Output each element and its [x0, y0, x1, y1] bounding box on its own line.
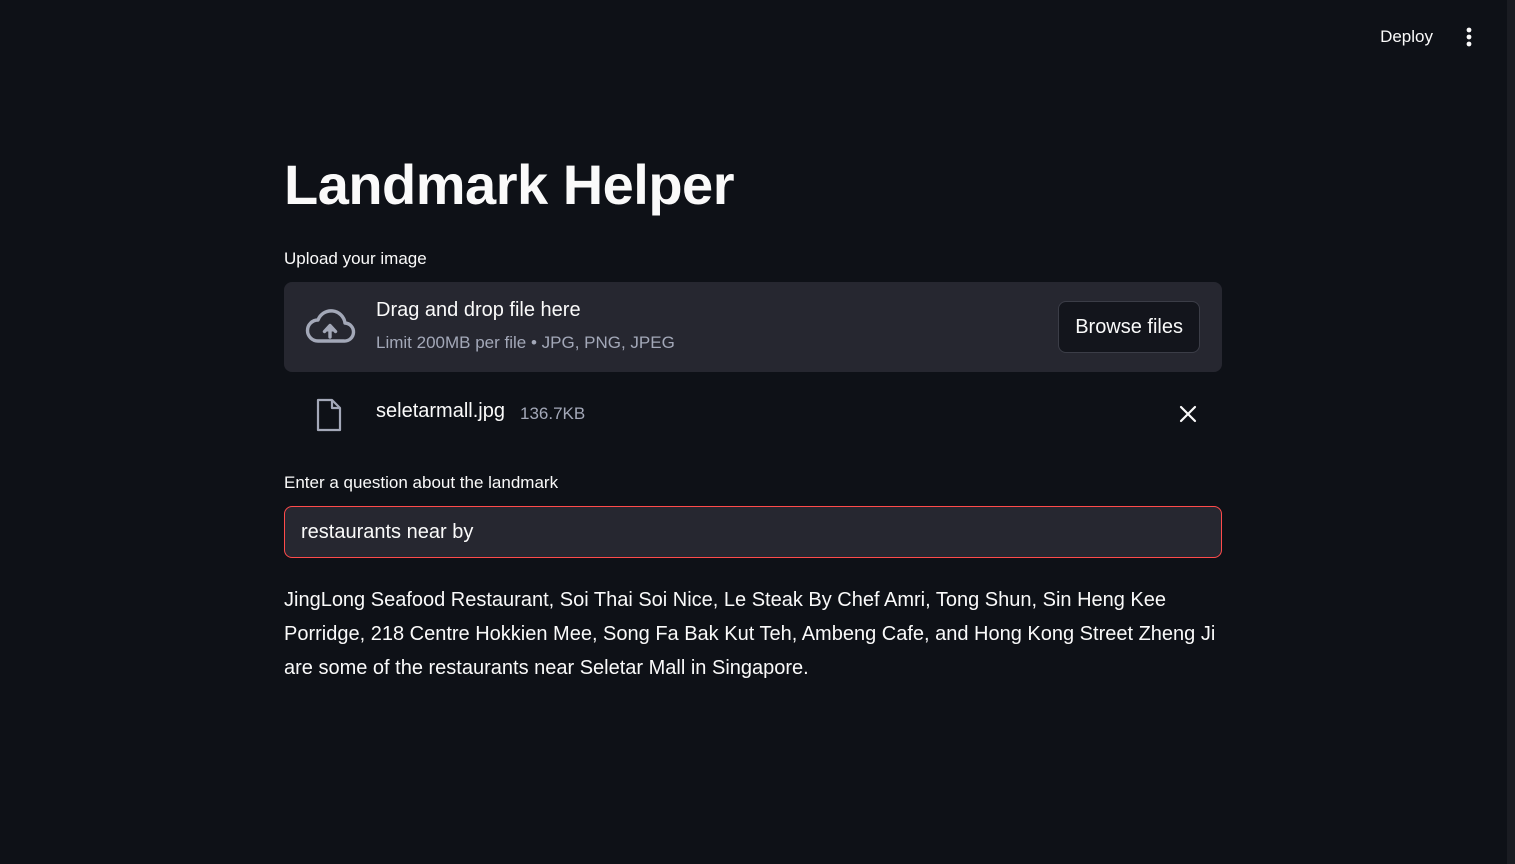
browse-files-button[interactable]: Browse files: [1058, 301, 1200, 353]
question-input[interactable]: [284, 506, 1222, 558]
close-icon: [1179, 405, 1197, 423]
uploaded-file-name: seletarmall.jpg: [376, 400, 505, 422]
upload-label: Upload your image: [284, 249, 427, 268]
dropzone-limits: Limit 200MB per file • JPG, PNG, JPEG: [376, 333, 675, 352]
vertical-ellipsis-icon: [1466, 27, 1472, 47]
uploaded-file-size: 136.7KB: [520, 404, 586, 423]
page-title: Landmark Helper: [284, 153, 735, 216]
file-icon: [316, 398, 342, 432]
scrollbar[interactable]: [1507, 0, 1515, 864]
main-menu-button[interactable]: [1459, 22, 1479, 52]
remove-file-button[interactable]: [1178, 404, 1198, 424]
file-dropzone[interactable]: Drag and drop file here Limit 200MB per …: [284, 282, 1222, 372]
uploaded-file-row: seletarmall.jpg 136.7KB: [284, 392, 1222, 436]
dropzone-title: Drag and drop file here: [376, 299, 581, 321]
answer-text: JingLong Seafood Restaurant, Soi Thai So…: [284, 589, 1216, 679]
deploy-button[interactable]: Deploy: [1376, 23, 1437, 51]
question-label: Enter a question about the landmark: [284, 473, 559, 492]
cloud-upload-icon: [305, 309, 356, 343]
top-toolbar: Deploy: [1376, 22, 1479, 52]
